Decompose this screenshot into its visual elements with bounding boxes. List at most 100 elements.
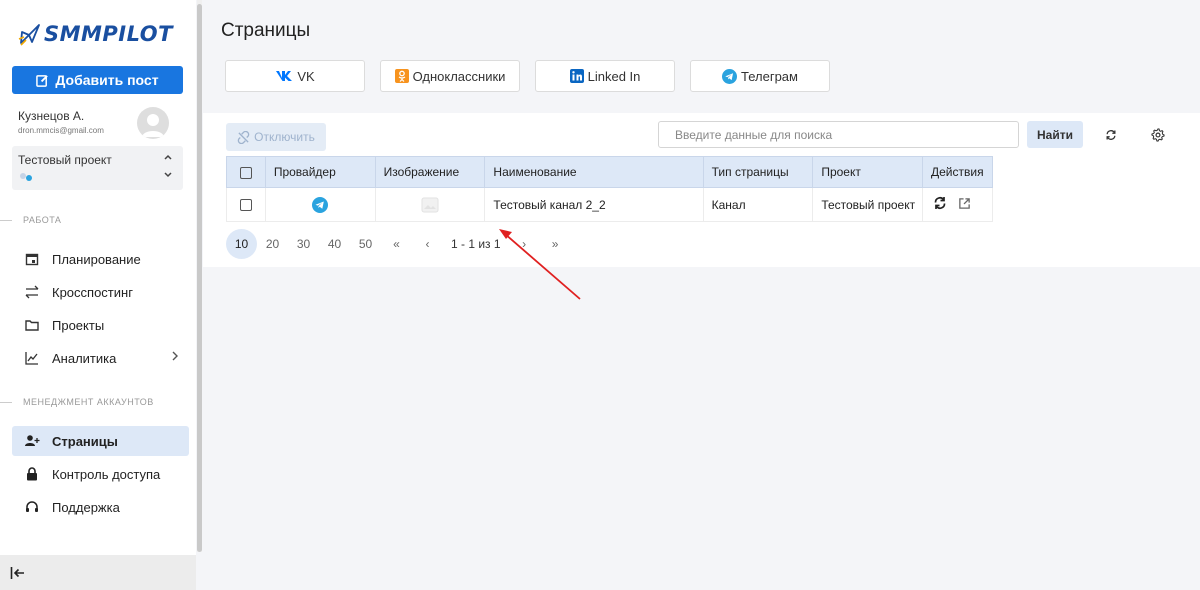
table-row[interactable]: Тестовый канал 2_2 Канал Тестовый проект (226, 187, 993, 222)
project-selector[interactable]: Тестовый проект (12, 146, 183, 190)
column-actions: Действия (922, 156, 993, 188)
nav-item-label: Проекты (52, 317, 105, 333)
sidebar: SMMPILOT Добавить пост Кузнецов А. dron.… (0, 0, 196, 590)
page-type-cell: Канал (702, 187, 814, 222)
prev-page-button[interactable]: ‹ (412, 229, 443, 259)
column-provider[interactable]: Провайдер (264, 156, 376, 188)
vk-icon (276, 71, 293, 81)
section-work: РАБОТА (0, 214, 61, 226)
pages-table: Провайдер Изображение Наименование Тип с… (226, 156, 993, 222)
headset-icon (24, 500, 40, 514)
sync-button[interactable] (933, 196, 947, 213)
logo[interactable]: SMMPILOT (18, 20, 173, 48)
nav-item-label: Контроль доступа (52, 466, 161, 482)
external-link-icon (959, 197, 971, 209)
table-header-row: Провайдер Изображение Наименование Тип с… (226, 156, 993, 188)
last-page-button[interactable]: » (540, 229, 571, 259)
tab-label: Телеграм (741, 68, 798, 84)
image-placeholder-icon (421, 197, 439, 212)
name-cell: Тестовый канал 2_2 (484, 187, 704, 222)
nav-item-projects[interactable]: Проекты (12, 310, 189, 340)
find-button[interactable]: Найти (1027, 121, 1083, 148)
settings-button[interactable] (1149, 126, 1167, 144)
provider-cell (264, 187, 376, 222)
disconnect-label: Отключить (254, 130, 315, 144)
chevron-down-icon (163, 171, 173, 182)
page-size-20[interactable]: 20 (257, 229, 288, 259)
nav-item-analytics[interactable]: Аналитика (12, 343, 189, 373)
user-name: Кузнецов А. (18, 109, 85, 123)
column-page-type[interactable]: Тип страницы (702, 156, 814, 188)
telegram-icon (312, 196, 329, 213)
collapse-sidebar-button[interactable] (0, 555, 196, 590)
chevron-right-icon (171, 351, 179, 364)
next-page-button[interactable]: › (509, 229, 540, 259)
nav-item-planning[interactable]: Планирование (12, 244, 189, 274)
collapse-left-icon (10, 566, 24, 579)
select-all-cell (226, 156, 266, 188)
pagination-info: 1 - 1 из 1 (451, 237, 501, 251)
user-email: dron.mmcis@gmail.com (18, 126, 104, 135)
column-name[interactable]: Наименование (484, 156, 704, 188)
add-post-label: Добавить пост (55, 72, 159, 88)
nav-item-crossposting[interactable]: Кросспостинг (12, 277, 189, 307)
open-external-button[interactable] (958, 197, 971, 213)
swap-arrows-icon (24, 285, 40, 299)
linkedin-icon (569, 69, 584, 83)
page-size-10[interactable]: 10 (226, 229, 257, 259)
page-size-40[interactable]: 40 (319, 229, 350, 259)
actions-cell (922, 187, 993, 222)
row-checkbox[interactable] (239, 199, 252, 212)
chart-icon (24, 351, 40, 365)
edit-icon (36, 74, 49, 87)
nav-item-support[interactable]: Поддержка (12, 492, 189, 522)
sidebar-scrollbar-thumb[interactable] (197, 4, 202, 552)
user-plus-icon (24, 434, 40, 448)
odnoklassniki-icon (394, 69, 409, 83)
project-providers-icon (19, 172, 33, 184)
calendar-icon (24, 252, 40, 266)
column-project[interactable]: Проект (812, 156, 923, 188)
nav-item-label: Планирование (52, 251, 141, 267)
search-input[interactable] (658, 121, 1019, 148)
unlink-icon (237, 130, 250, 144)
chevron-up-icon (163, 153, 173, 164)
nav-item-label: Кросспостинг (52, 284, 133, 300)
disconnect-button[interactable]: Отключить (226, 123, 326, 151)
pagination: 10 20 30 40 50 « ‹ 1 - 1 из 1 › » (226, 229, 571, 259)
lock-icon (24, 467, 40, 481)
folder-icon (24, 318, 40, 332)
sync-icon (934, 197, 946, 209)
avatar[interactable] (137, 107, 169, 139)
page-title: Страницы (221, 20, 311, 41)
page-size-50[interactable]: 50 (350, 229, 381, 259)
section-account-management: МЕНЕДЖМЕНТ АККАУНТОВ (0, 396, 154, 408)
tab-label: Linked In (587, 68, 641, 84)
refresh-icon (1106, 130, 1116, 140)
nav-item-label: Поддержка (52, 499, 120, 515)
nav-item-access-control[interactable]: Контроль доступа (12, 459, 189, 489)
first-page-button[interactable]: « (381, 229, 412, 259)
project-name: Тестовый проект (18, 153, 112, 167)
column-image[interactable]: Изображение (374, 156, 486, 188)
project-cell: Тестовый проект (812, 187, 923, 222)
logo-text: SMMPILOT (44, 22, 173, 46)
gear-icon (1151, 128, 1165, 142)
nav-item-label: Аналитика (52, 350, 117, 366)
image-cell (374, 187, 486, 222)
row-select-cell (226, 187, 266, 222)
tab-telegram[interactable]: Телеграм (690, 60, 830, 92)
refresh-button[interactable] (1102, 126, 1120, 144)
tab-linkedin[interactable]: Linked In (535, 60, 675, 92)
tab-odnoklassniki[interactable]: Одноклассники (380, 60, 520, 92)
tab-label: VK (297, 68, 315, 84)
telegram-icon (722, 68, 738, 84)
nav-item-label: Страницы (52, 433, 118, 449)
rocket-icon (18, 24, 40, 46)
tab-label: Одноклассники (412, 68, 506, 84)
add-post-button[interactable]: Добавить пост (12, 66, 183, 94)
nav-item-pages[interactable]: Страницы (12, 426, 189, 456)
select-all-checkbox[interactable] (239, 166, 252, 179)
tab-vk[interactable]: VK (225, 60, 365, 92)
page-size-30[interactable]: 30 (288, 229, 319, 259)
